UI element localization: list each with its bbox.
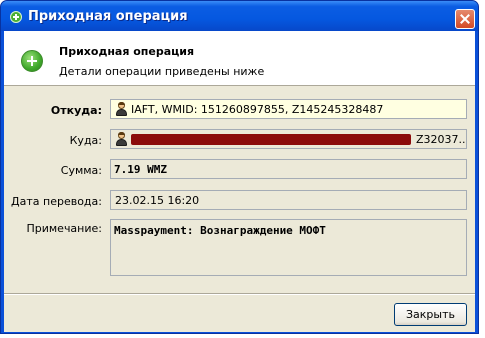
green-plus-icon xyxy=(21,50,43,72)
note-value: Masspayment: Вознаграждение МОФТ xyxy=(114,224,326,237)
to-field[interactable]: Z32037... xyxy=(110,129,467,149)
user-icon xyxy=(115,132,128,146)
window-close-button[interactable] xyxy=(455,9,475,29)
note-label: Примечание: xyxy=(26,222,102,235)
redacted-recipient xyxy=(131,134,411,145)
to-label: Куда: xyxy=(69,134,102,147)
to-value-suffix: Z32037... xyxy=(416,133,467,146)
dialog-header: Приходная операция Детали операции приве… xyxy=(4,31,475,86)
dialog-client: Приходная операция Детали операции приве… xyxy=(4,31,475,332)
from-field[interactable]: IAFT, WMID: 151260897855, Z145245328487 xyxy=(110,99,467,119)
dialog-window: Приходная операция Приходная операция Де… xyxy=(0,0,479,334)
title-plus-icon xyxy=(10,11,22,23)
close-button[interactable]: Закрыть xyxy=(394,303,467,326)
header-title: Приходная операция xyxy=(59,45,195,58)
title-bar[interactable]: Приходная операция xyxy=(1,1,478,31)
amount-label: Сумма: xyxy=(60,164,102,177)
date-field[interactable]: 23.02.15 16:20 xyxy=(110,190,467,210)
footer-separator xyxy=(4,293,475,295)
window-title: Приходная операция xyxy=(28,9,188,24)
amount-field[interactable]: 7.19 WMZ xyxy=(110,159,467,179)
header-subtitle: Детали операции приведены ниже xyxy=(59,65,265,78)
amount-value: 7.19 WMZ xyxy=(114,163,167,176)
user-icon xyxy=(115,102,128,116)
date-label: Дата перевода: xyxy=(11,195,102,208)
from-value: IAFT, WMID: 151260897855, Z145245328487 xyxy=(131,103,384,116)
note-field[interactable]: Masspayment: Вознаграждение МОФТ xyxy=(110,219,467,276)
from-label: Откуда: xyxy=(50,104,102,117)
date-value: 23.02.15 16:20 xyxy=(115,194,200,207)
